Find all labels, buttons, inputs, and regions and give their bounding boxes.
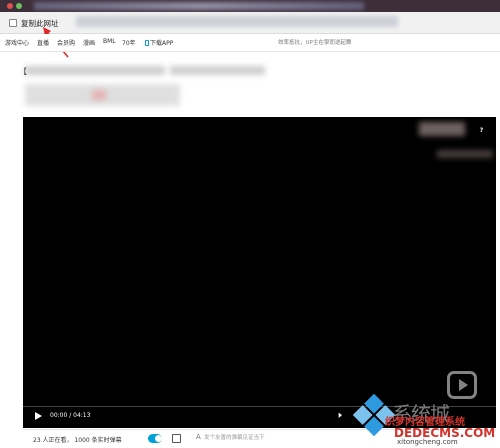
download-app-label: 下载APP (150, 40, 174, 47)
watermark-line3: xitongcheng.com (397, 438, 458, 446)
blurred-video-title (25, 66, 165, 75)
search-input[interactable]: 效率抵抗，UP主在學而逆起舞 (272, 37, 497, 49)
nav-item-live[interactable]: 直播 (37, 38, 49, 47)
close-window-icon[interactable] (7, 3, 13, 9)
blurred-video-title-2 (170, 66, 265, 75)
blurred-badge (92, 90, 106, 100)
time-display: 00:00 / 04:13 (50, 412, 91, 419)
blurred-tabs (34, 2, 364, 10)
volume-icon[interactable]: 🕨 (336, 411, 342, 421)
play-icon[interactable] (35, 412, 42, 420)
danmaku-input[interactable]: 发个友善的弹幕见证当下 (192, 433, 352, 444)
nav-item-70years[interactable]: 70年 (122, 38, 136, 47)
nav-item-member-shop[interactable]: 会员购 (57, 38, 75, 47)
danmaku-toggle[interactable] (148, 434, 162, 443)
nav-item-game-center[interactable]: 游戏中心 (5, 38, 29, 47)
blurred-uploader-avatar (419, 122, 465, 136)
phone-icon (145, 40, 149, 46)
watermark-tv-icon (447, 371, 477, 399)
nav-item-comics[interactable]: 漫画 (83, 38, 95, 47)
maximize-window-icon[interactable] (16, 3, 22, 9)
video-player[interactable] (23, 117, 496, 407)
viewer-count: 23 人正在看， 1000 条实时弹幕 (33, 437, 122, 444)
help-icon[interactable]: ? (477, 126, 486, 135)
blurred-url (76, 16, 398, 27)
blurred-player-text (437, 150, 493, 158)
download-app-link[interactable]: 下载APP (145, 38, 173, 47)
danmaku-settings-icon[interactable] (172, 434, 181, 443)
nav-item-bml[interactable]: BML (103, 38, 116, 45)
page-icon (9, 19, 17, 27)
